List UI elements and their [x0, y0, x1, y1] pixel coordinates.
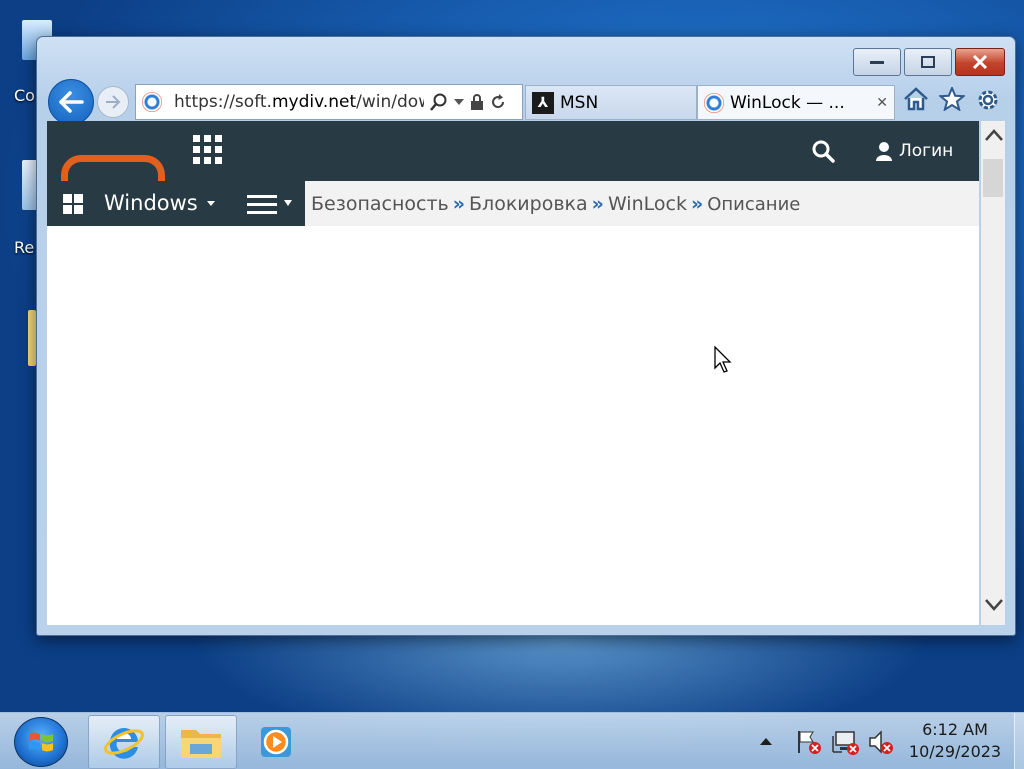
breadcrumb-link[interactable]: Безопасность: [311, 193, 449, 215]
user-icon: [876, 142, 892, 161]
breadcrumb-current: Описание: [707, 194, 801, 215]
network-icon[interactable]: [832, 729, 860, 755]
taskbar-explorer-button[interactable]: [165, 715, 237, 769]
close-icon: [972, 55, 988, 69]
windows-logo-icon: [63, 194, 83, 214]
tab-winlock[interactable]: WinLock — ... ✕: [697, 85, 895, 120]
taskbar-media-player-button[interactable]: [250, 719, 302, 765]
arrow-left-icon: [59, 91, 84, 113]
address-controls: [430, 93, 506, 111]
clock-date: 10/29/2023: [908, 742, 1002, 761]
breadcrumb-link[interactable]: WinLock: [608, 193, 687, 215]
arrow-right-icon: [106, 95, 121, 109]
address-bar[interactable]: https://soft.mydiv.net/win/dow: [135, 84, 523, 120]
favorites-star-icon[interactable]: [939, 87, 965, 111]
browser-window: https://soft.mydiv.net/win/dow ⅄ MSN Win…: [36, 36, 1016, 636]
scroll-down-icon[interactable]: [985, 599, 1003, 611]
back-button[interactable]: [48, 79, 94, 125]
page-viewport[interactable]: Логин Windows Безопасность» Блокировка» Wi…: [47, 121, 979, 625]
minimize-icon: [870, 61, 884, 64]
show-desktop-button[interactable]: [1014, 713, 1024, 769]
breadcrumb-separator: »: [591, 193, 604, 215]
site-favicon-icon: [142, 92, 162, 112]
scroll-up-icon[interactable]: [985, 129, 1003, 141]
breadcrumb-separator: »: [452, 193, 466, 215]
msn-icon: ⅄: [532, 91, 554, 114]
forward-button[interactable]: [97, 86, 129, 118]
breadcrumb-separator: »: [690, 193, 704, 215]
search-icon[interactable]: [430, 93, 448, 111]
site-favicon-icon: [704, 92, 724, 113]
windows-flag-icon: [29, 732, 53, 752]
volume-muted-icon[interactable]: [868, 729, 894, 755]
refresh-icon[interactable]: [490, 94, 506, 110]
address-text[interactable]: https://soft.mydiv.net/win/dow: [174, 92, 424, 112]
apps-grid-icon[interactable]: [193, 135, 222, 164]
breadcrumb: Безопасность» Блокировка» WinLock» Описание: [311, 193, 800, 215]
desktop-icon-folder-glyph[interactable]: [28, 310, 36, 366]
menu-hamburger-icon[interactable]: [247, 195, 277, 219]
media-player-icon: [261, 727, 291, 757]
taskbar: 6:12 AM 10/29/2023: [0, 712, 1024, 769]
gear-icon[interactable]: [975, 87, 1001, 113]
platform-dropdown[interactable]: Windows: [104, 191, 198, 215]
dropdown-arrow-icon[interactable]: [454, 99, 464, 105]
caption-buttons: [853, 48, 1005, 76]
site-logo[interactable]: [61, 155, 165, 181]
vertical-scrollbar[interactable]: [981, 121, 1005, 625]
maximize-button[interactable]: [904, 48, 952, 76]
tab-label: WinLock — ...: [730, 92, 845, 113]
start-button[interactable]: [14, 717, 68, 767]
login-label: Логин: [899, 141, 954, 161]
toolbar-icons: [903, 87, 1001, 113]
address-prefix: https://soft.: [174, 92, 272, 112]
taskbar-clock[interactable]: 6:12 AM 10/29/2023: [900, 719, 1010, 763]
scrollbar-thumb[interactable]: [983, 159, 1003, 197]
address-suffix: /win/dow: [356, 92, 424, 112]
site-nav: Windows Безопасность» Блокировка» WinLock»…: [47, 181, 979, 226]
clock-time: 6:12 AM: [922, 720, 988, 739]
internet-explorer-icon: [104, 728, 144, 759]
taskbar-ie-button[interactable]: [88, 715, 160, 769]
mouse-cursor-icon: [714, 346, 732, 373]
tab-close-icon[interactable]: ✕: [876, 95, 888, 111]
close-button[interactable]: [955, 48, 1005, 76]
minimize-button[interactable]: [853, 48, 901, 76]
maximize-icon: [921, 56, 935, 68]
action-center-flag-icon[interactable]: [796, 729, 822, 755]
tab-label: MSN: [560, 92, 599, 113]
login-link[interactable]: Логин: [875, 141, 953, 161]
site-search-icon[interactable]: [811, 139, 835, 163]
site-header: Логин: [47, 121, 979, 181]
home-icon[interactable]: [903, 87, 929, 111]
lock-icon[interactable]: [470, 94, 484, 110]
folder-icon: [181, 730, 221, 758]
show-hidden-icons-icon[interactable]: [760, 737, 772, 745]
nav-platform-block: Windows: [47, 181, 305, 226]
tab-msn[interactable]: ⅄ MSN: [525, 85, 697, 120]
breadcrumb-link[interactable]: Блокировка: [469, 193, 588, 215]
address-domain: mydiv.net: [271, 92, 357, 112]
platform-caret-icon[interactable]: [207, 201, 215, 206]
menu-caret-icon[interactable]: [284, 200, 292, 206]
